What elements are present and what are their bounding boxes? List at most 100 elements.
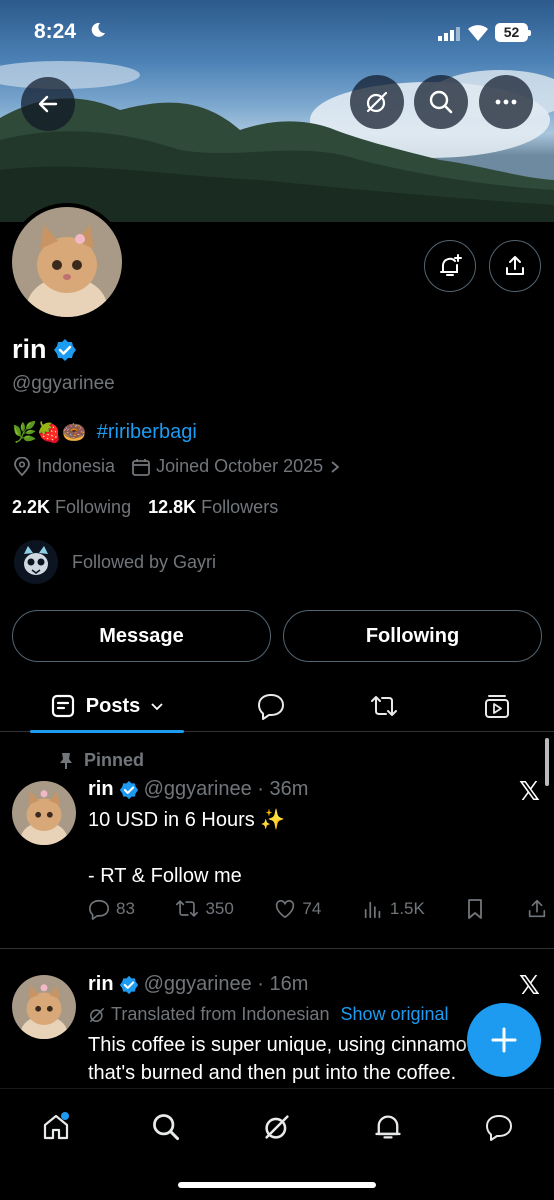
chat-icon — [486, 1115, 512, 1141]
post-text: 10 USD in 6 Hours ✨ - RT & Follow me — [88, 806, 285, 890]
views-action[interactable]: 1.5K — [362, 898, 425, 920]
pin-icon — [60, 752, 72, 769]
nav-search[interactable] — [144, 1105, 188, 1149]
kitten-avatar-image — [12, 781, 76, 845]
nav-home[interactable] — [34, 1105, 78, 1149]
cat-mask-avatar-image — [14, 540, 58, 584]
profile-bio: 🌿🍓🍩 #ririberbagi — [12, 420, 197, 445]
reply-icon — [89, 899, 109, 920]
post-text-line: that's burned and then put into the coff… — [88, 1062, 457, 1084]
calendar-icon — [132, 458, 150, 476]
nav-notifications[interactable] — [366, 1105, 410, 1149]
location-item: Indonesia — [12, 456, 115, 477]
share-icon — [528, 899, 546, 918]
moon-icon — [91, 22, 105, 37]
tab-posts[interactable]: Posts — [30, 680, 184, 733]
plus-icon — [491, 1027, 517, 1053]
search-icon — [153, 1114, 180, 1141]
tab-replies[interactable] — [245, 680, 297, 732]
profile-avatar[interactable] — [8, 203, 126, 321]
following-label: Following — [55, 497, 132, 517]
post-actions: 83 350 74 1.5K — [88, 898, 548, 920]
follow-stats: 2.2K Following 12.8K Followers — [12, 497, 278, 518]
show-original-link[interactable]: Show original — [340, 1004, 448, 1025]
active-tab-indicator — [30, 730, 184, 733]
kitten-avatar-image — [12, 975, 76, 1039]
like-action[interactable]: 74 — [274, 898, 321, 920]
tab-posts-label: Posts — [85, 694, 141, 717]
post-author-avatar[interactable] — [12, 781, 76, 845]
following-stat[interactable]: 2.2K Following — [12, 497, 131, 517]
post-meta: @ggyarinee · 16m — [143, 973, 309, 995]
share-icon — [506, 256, 524, 275]
chevron-down-icon — [151, 703, 163, 711]
followers-count: 12.8K — [148, 497, 197, 517]
followed-by-row[interactable]: Followed by Gayri — [14, 540, 216, 584]
followers-stat[interactable]: 12.8K Followers — [148, 497, 278, 517]
translation-note: Translated from Indonesian Show original — [88, 1004, 449, 1025]
post-author-name[interactable]: rin — [88, 973, 114, 996]
bio-hashtag-link[interactable]: #ririberbagi — [97, 421, 197, 444]
post-text: This coffee is super unique, using cinna… — [88, 1031, 478, 1087]
bio-emojis: 🌿🍓🍩 — [12, 422, 87, 444]
pinned-label: Pinned — [58, 750, 144, 771]
grok-icon — [265, 1115, 289, 1139]
share-action[interactable] — [526, 898, 548, 920]
joined-text: Joined October 2025 — [156, 456, 324, 476]
grok-button[interactable] — [350, 75, 404, 129]
posts-icon — [51, 694, 74, 718]
share-button[interactable] — [489, 240, 541, 292]
views-count: 1.5K — [389, 899, 425, 918]
location-text: Indonesia — [37, 456, 116, 476]
post-header: rin @ggyarinee · 36m — [88, 778, 308, 801]
post-divider — [0, 948, 554, 949]
followers-label: Followers — [201, 497, 279, 517]
bookmark-action[interactable] — [465, 898, 485, 920]
following-button[interactable]: Following — [283, 610, 542, 662]
compose-button[interactable] — [467, 1003, 541, 1077]
grok-icon — [366, 91, 388, 113]
bell-icon — [375, 1115, 401, 1139]
message-button[interactable]: Message — [12, 610, 271, 662]
chevron-right-icon — [331, 460, 340, 473]
more-options-button[interactable] — [479, 75, 533, 129]
heart-icon — [276, 900, 295, 919]
profile-name-text: rin — [12, 334, 47, 364]
profile-name: rin — [12, 334, 77, 365]
post-author-name[interactable]: rin — [88, 778, 114, 801]
views-chart-icon — [364, 901, 381, 919]
profile-meta: Indonesia Joined October 2025 — [12, 456, 358, 477]
repost-action[interactable]: 350 — [175, 898, 234, 920]
x-logo-icon: 𝕏 — [519, 776, 540, 806]
repost-count: 350 — [205, 899, 234, 918]
verified-badge-icon — [119, 975, 138, 994]
battery-indicator: 52 — [495, 23, 531, 42]
tab-reposts[interactable] — [358, 680, 410, 732]
back-button[interactable] — [21, 77, 75, 131]
search-button[interactable] — [414, 75, 468, 129]
pinned-text: Pinned — [84, 750, 145, 770]
notify-button[interactable] — [424, 240, 476, 292]
bell-plus-icon — [440, 254, 462, 276]
follower-avatar — [14, 540, 58, 584]
like-count: 74 — [302, 899, 322, 918]
post-meta: @ggyarinee · 36m — [143, 778, 309, 800]
signal-icon — [438, 27, 460, 41]
profile-handle: @ggyarinee — [12, 373, 115, 394]
status-bar: 8:24 52 — [0, 0, 554, 66]
home-indicator — [178, 1182, 376, 1188]
verified-badge-icon — [119, 780, 138, 799]
more-icon — [495, 99, 517, 105]
joined-item[interactable]: Joined October 2025 — [131, 456, 342, 477]
reply-action[interactable]: 83 — [88, 898, 135, 920]
profile-tabs: Posts — [0, 680, 554, 733]
post-author-avatar[interactable] — [12, 975, 76, 1039]
verified-badge-icon[interactable] — [53, 338, 77, 362]
tab-media[interactable] — [471, 680, 523, 732]
home-icon — [43, 1112, 69, 1140]
repost-icon — [176, 900, 199, 917]
post-header: rin @ggyarinee · 16m — [88, 973, 308, 996]
nav-messages[interactable] — [477, 1105, 521, 1149]
nav-grok[interactable] — [255, 1105, 299, 1149]
scrollbar[interactable] — [545, 738, 549, 786]
